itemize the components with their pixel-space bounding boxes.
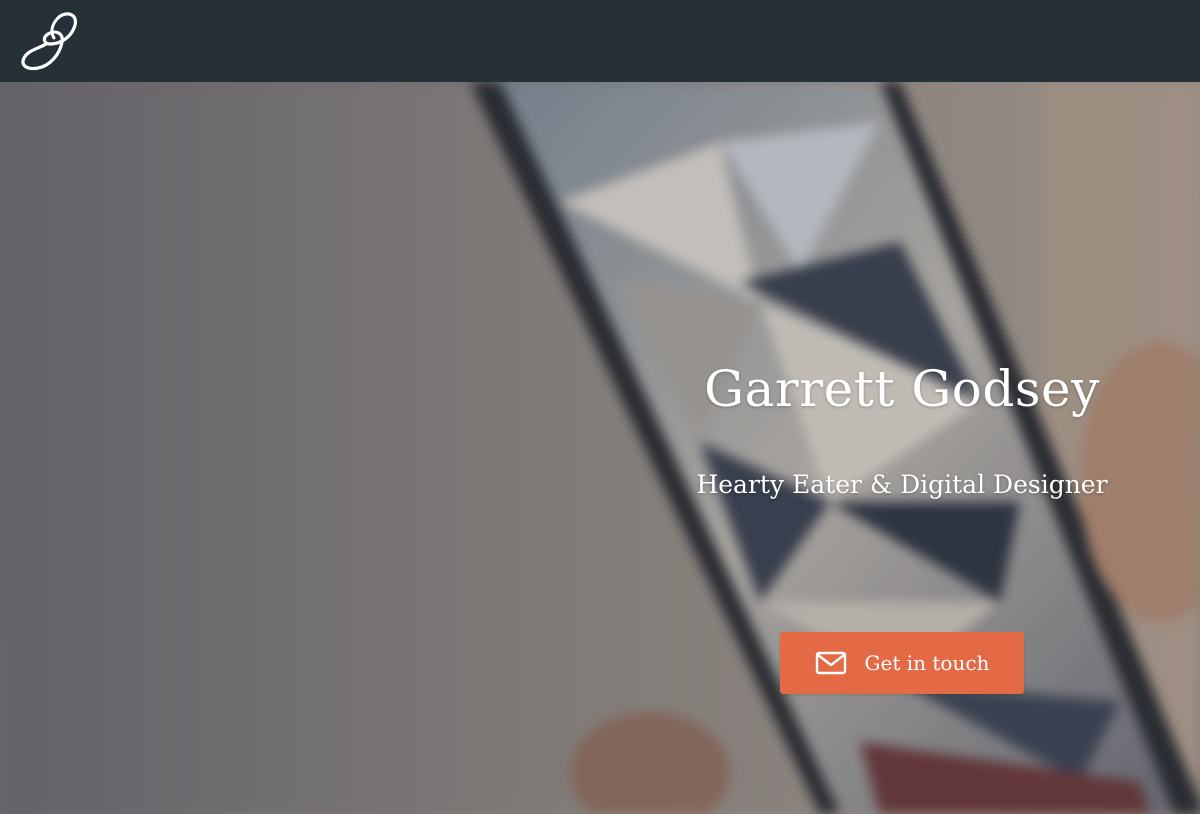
- hero-subtitle: Hearty Eater & Digital Designer: [696, 470, 1108, 499]
- get-in-touch-button[interactable]: Get in touch: [780, 632, 1024, 694]
- hero-section: Garrett Godsey Hearty Eater & Digital De…: [0, 82, 1200, 814]
- mail-icon: [815, 651, 847, 675]
- get-in-touch-label: Get in touch: [864, 651, 990, 675]
- logo-icon[interactable]: [16, 8, 84, 74]
- top-navigation-bar: [0, 0, 1200, 82]
- hero-overlay: [0, 82, 1200, 814]
- hero-title: Garrett Godsey: [704, 360, 1100, 418]
